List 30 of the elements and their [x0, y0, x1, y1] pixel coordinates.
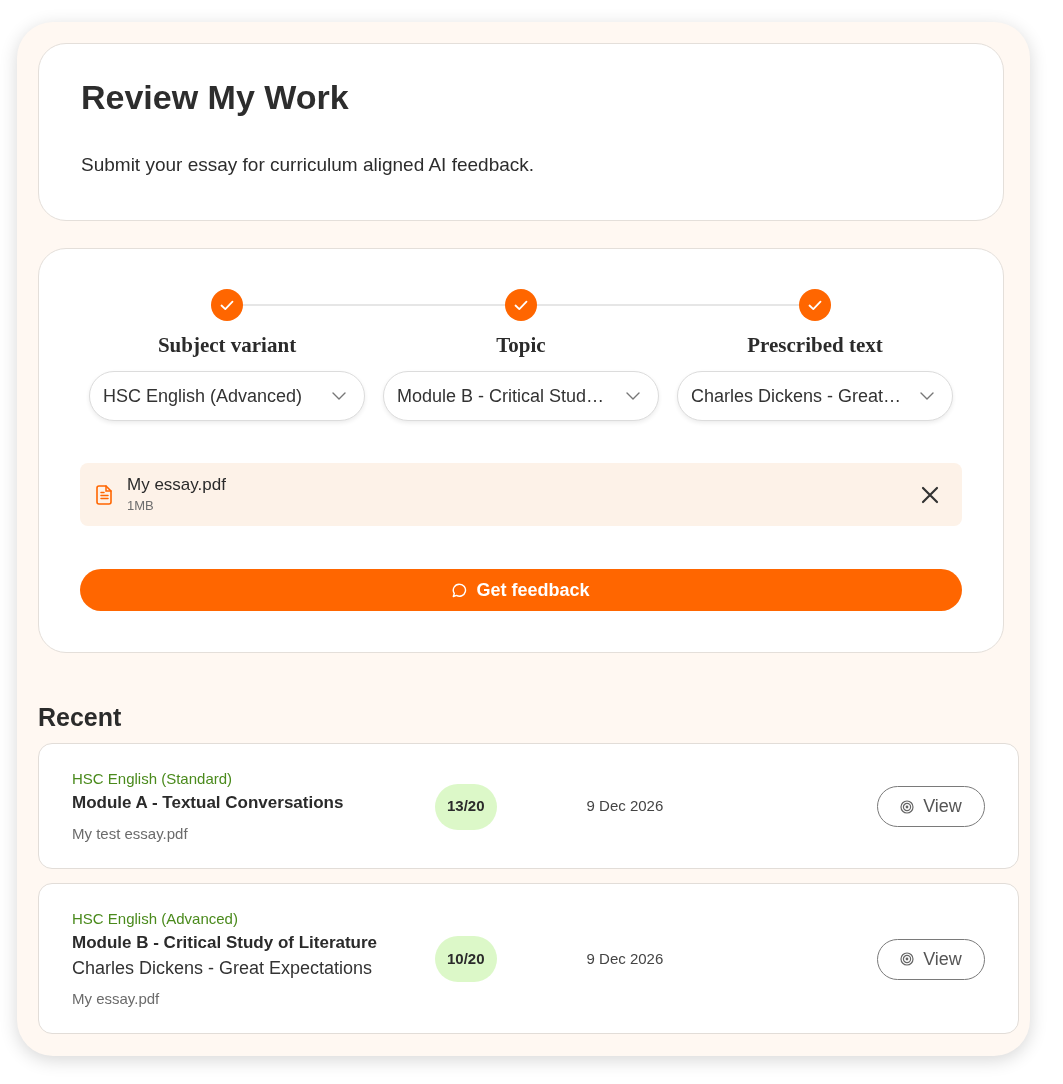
- dropdown-field[interactable]: Charles Dickens - Great…: [677, 371, 953, 421]
- subject-label: HSC English (Advanced): [72, 909, 238, 929]
- page-title: Review My Work: [81, 77, 349, 117]
- module-title: Module A - Textual Conversations: [72, 792, 344, 814]
- date-text: 9 Dec 2026: [586, 796, 664, 817]
- essay-file-name: My essay.pdf: [72, 989, 160, 1009]
- step-label: Subject variant: [157, 332, 297, 359]
- score-badge: 13/20: [435, 783, 497, 830]
- dropdown-field[interactable]: Module B - Critical Stud…: [383, 371, 659, 421]
- step-label: Prescribed text: [747, 332, 883, 359]
- section-heading: Recent: [38, 702, 122, 733]
- date-text: 9 Dec 2026: [586, 948, 664, 969]
- prescribed-text: Charles Dickens - Great Expectations: [72, 957, 373, 980]
- file-size: 1MB: [127, 497, 155, 515]
- target-icon: [900, 799, 915, 814]
- target-icon: [900, 952, 915, 966]
- score-badge: 10/20: [435, 936, 497, 982]
- dropdown-field[interactable]: HSC English (Advanced): [89, 371, 365, 421]
- module-title: Module B - Critical Study of Literature: [72, 932, 378, 954]
- chat-bubble-icon: [452, 582, 468, 598]
- chevron-down-icon: [920, 392, 934, 400]
- subject-label: HSC English (Standard): [72, 769, 233, 789]
- close-icon: [921, 485, 939, 504]
- step-label: Topic: [496, 332, 546, 359]
- essay-file-name: My test essay.pdf: [72, 824, 188, 844]
- document-icon: [96, 484, 113, 505]
- file-name: My essay.pdf: [127, 474, 226, 496]
- chevron-down-icon: [332, 392, 346, 400]
- page-subtitle: Submit your essay for curriculum aligned AI feedback.: [81, 153, 535, 177]
- chevron-down-icon: [626, 392, 640, 400]
